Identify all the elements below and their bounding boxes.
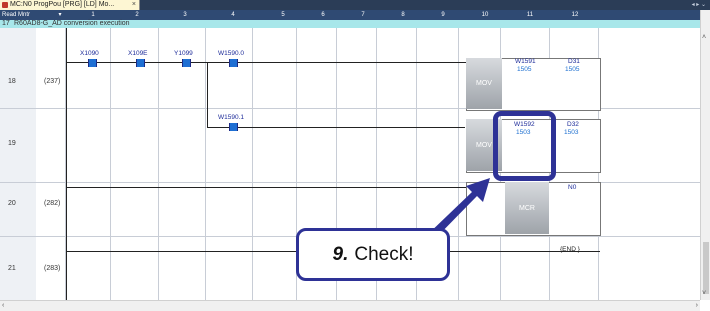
- callout-box: 9. Check!: [296, 228, 450, 281]
- callout-text: Check!: [354, 243, 414, 265]
- step-number: 9.: [332, 243, 349, 265]
